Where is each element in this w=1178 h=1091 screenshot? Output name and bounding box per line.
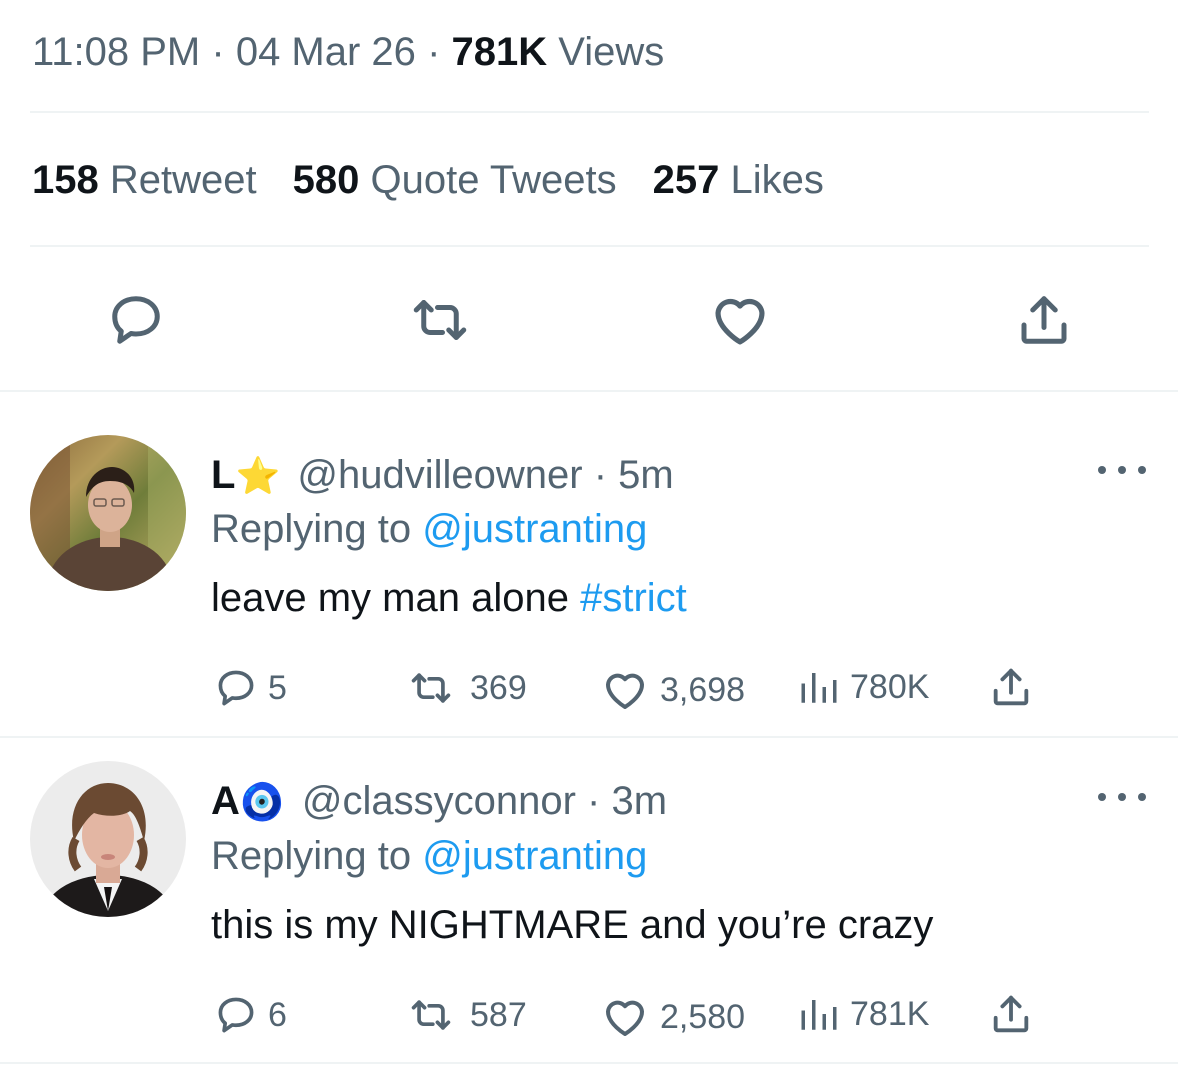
divider	[0, 1062, 1178, 1064]
view-count: 780K	[850, 668, 930, 706]
like-count-button[interactable]: 2,580	[600, 993, 745, 1041]
views-icon	[801, 673, 837, 703]
more-dot-icon	[1118, 793, 1126, 801]
more-dot-icon	[1098, 466, 1106, 474]
tweet-date: 04 Mar 26	[235, 30, 416, 74]
divider	[0, 390, 1178, 392]
reply-icon	[218, 670, 254, 706]
share-button[interactable]	[988, 991, 1044, 1037]
divider	[0, 736, 1178, 738]
star-emoji: ⭐	[235, 455, 281, 496]
replying-to: Replying to @justranting	[211, 830, 647, 882]
reply-icon	[112, 296, 160, 344]
share-icon	[993, 995, 1029, 1033]
tweet-meta: 11:08 PM · 04 Mar 26 · 781K Views	[32, 22, 664, 82]
replying-to: Replying to @justranting	[211, 503, 647, 555]
share-button[interactable]	[988, 664, 1044, 710]
reply-count: 6	[268, 996, 287, 1034]
handle[interactable]: @hudvilleowner	[297, 453, 582, 497]
avatar[interactable]	[30, 761, 186, 917]
tweet-time: 11:08 PM	[32, 30, 201, 74]
retweet-count-button[interactable]: 369	[402, 666, 527, 710]
more-dot-icon	[1138, 793, 1146, 801]
like-count: 2,580	[660, 998, 746, 1036]
avatar[interactable]	[30, 435, 186, 591]
retweet-count: 369	[470, 669, 527, 707]
reply-header: A🧿 @classyconnor · 3m	[211, 775, 667, 828]
like-count-button[interactable]: 3,698	[600, 666, 745, 714]
like-icon	[606, 1000, 644, 1036]
display-name[interactable]: A	[211, 779, 240, 823]
reply-header: L⭐ @hudvilleowner · 5m	[211, 449, 674, 502]
more-options-button[interactable]	[1098, 785, 1146, 809]
views-icon	[801, 1000, 837, 1030]
reply-icon	[218, 997, 254, 1033]
more-dot-icon	[1118, 466, 1126, 474]
reply-count: 5	[268, 669, 287, 707]
reply-body: this is my NIGHTMARE and you’re crazy	[211, 903, 934, 947]
replying-prefix: Replying to	[211, 507, 412, 551]
avatar-image	[42, 783, 174, 917]
likes-label: Likes	[730, 158, 824, 202]
reply-body: leave my man alone	[211, 576, 569, 620]
share-icon	[993, 668, 1029, 706]
quotes-count: 580	[292, 158, 360, 202]
retweet-count: 587	[470, 996, 527, 1034]
more-dot-icon	[1138, 466, 1146, 474]
likes-count: 257	[652, 158, 720, 202]
nazar-emoji: 🧿	[239, 781, 285, 822]
likes-stat[interactable]: 257 Likes	[653, 152, 824, 208]
more-options-button[interactable]	[1098, 458, 1146, 482]
divider	[30, 111, 1149, 113]
meta-separator: ·	[211, 30, 225, 74]
reply-text: this is my NIGHTMARE and you’re crazy	[211, 899, 933, 951]
retweets-stat[interactable]: 158 Retweet	[32, 152, 257, 208]
like-count: 3,698	[660, 671, 746, 709]
tweet-stats: 158 Retweet 580 Quote Tweets 257 Likes	[32, 152, 860, 208]
retweet-icon	[411, 673, 451, 703]
reply-button[interactable]	[104, 288, 168, 352]
replying-prefix: Replying to	[211, 834, 412, 878]
retweet-button[interactable]	[408, 288, 472, 352]
share-icon	[1021, 296, 1067, 344]
share-button[interactable]	[1012, 288, 1076, 352]
handle[interactable]: @classyconnor	[302, 779, 576, 823]
views-button[interactable]: 781K	[798, 993, 929, 1035]
quotes-label: Quote Tweets	[370, 158, 617, 202]
hashtag-link[interactable]: #strict	[580, 576, 687, 620]
reply-text: leave my man alone #strict	[211, 572, 687, 624]
reply-time: · 5m	[593, 453, 674, 497]
view-count: 781K	[850, 995, 930, 1033]
meta-separator: ·	[427, 30, 441, 74]
retweet-count-button[interactable]: 587	[402, 993, 527, 1037]
views-label: Views	[558, 30, 665, 74]
views-count: 781K	[451, 30, 548, 74]
views-button[interactable]: 780K	[798, 666, 929, 708]
display-name[interactable]: L	[211, 453, 235, 497]
mention-link[interactable]: @justranting	[422, 507, 647, 551]
like-button[interactable]	[708, 288, 772, 352]
reply-count-button[interactable]: 5	[214, 666, 287, 710]
more-dot-icon	[1098, 793, 1106, 801]
quotes-stat[interactable]: 580 Quote Tweets	[293, 152, 617, 208]
retweet-icon	[413, 300, 467, 340]
mention-link[interactable]: @justranting	[422, 834, 647, 878]
retweet-icon	[411, 1000, 451, 1030]
reply-time: · 3m	[587, 779, 668, 823]
divider	[30, 245, 1149, 247]
retweets-count: 158	[32, 158, 99, 202]
retweets-label: Retweet	[109, 158, 257, 202]
avatar-image	[30, 435, 186, 591]
reply-count-button[interactable]: 6	[214, 993, 287, 1037]
like-icon	[715, 298, 765, 345]
like-icon	[606, 673, 644, 709]
